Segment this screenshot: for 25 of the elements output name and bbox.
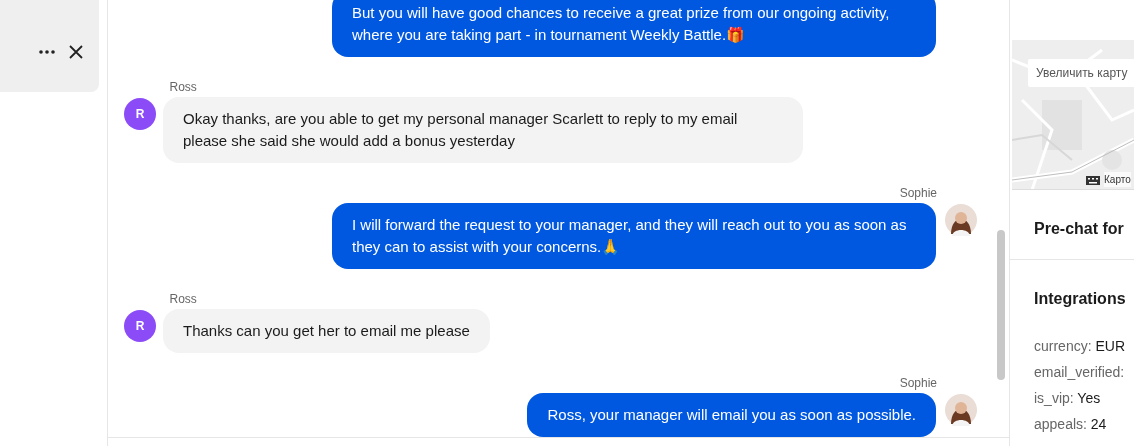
integration-field: is_vip: Yes	[1010, 385, 1134, 411]
integration-field: appeals: 24	[1010, 411, 1134, 437]
avatar-badge: R	[124, 310, 156, 342]
more-icon[interactable]	[39, 50, 55, 54]
avatar-badge: R	[124, 98, 156, 130]
section-title: Pre-chat for	[1010, 190, 1134, 260]
close-icon[interactable]	[69, 45, 83, 59]
avatar-icon	[945, 394, 977, 426]
message-bubble: Okay thanks, are you able to get my personal manager Scarlett to reply to my email please she said she would add a bonus yesterday	[163, 97, 803, 163]
section-title: Integrations	[1033, 289, 1127, 309]
message-bubble: But you will have good chances to receive a great prize from our ongoing activity, where you are taking part - in tournament Weekly Battle.🎁	[332, 0, 936, 57]
sender-name: Ross	[168, 80, 198, 94]
message-bubble: Thanks can you get her to email me please	[163, 309, 490, 353]
keyboard-icon	[1086, 176, 1100, 185]
message-bubble: I will forward the request to your manager, and they will reach out to you as soon as they can to assist with your concerns.🙏	[332, 203, 936, 269]
message-bubble: Ross, your manager will email you as soon as possible.	[527, 393, 936, 437]
integration-field: email_verified:	[1010, 359, 1134, 385]
map-attribution[interactable]: Карто	[1104, 172, 1131, 187]
sender-name: Ross	[168, 292, 198, 306]
scrollbar[interactable]	[997, 230, 1005, 380]
sender-name: Sophie	[898, 186, 938, 200]
enlarge-map-button[interactable]: Увеличить карту	[1028, 59, 1134, 87]
sender-name: Sophie	[898, 376, 938, 390]
integration-field: currency: EUR	[1010, 333, 1134, 359]
avatar-icon	[945, 204, 977, 236]
